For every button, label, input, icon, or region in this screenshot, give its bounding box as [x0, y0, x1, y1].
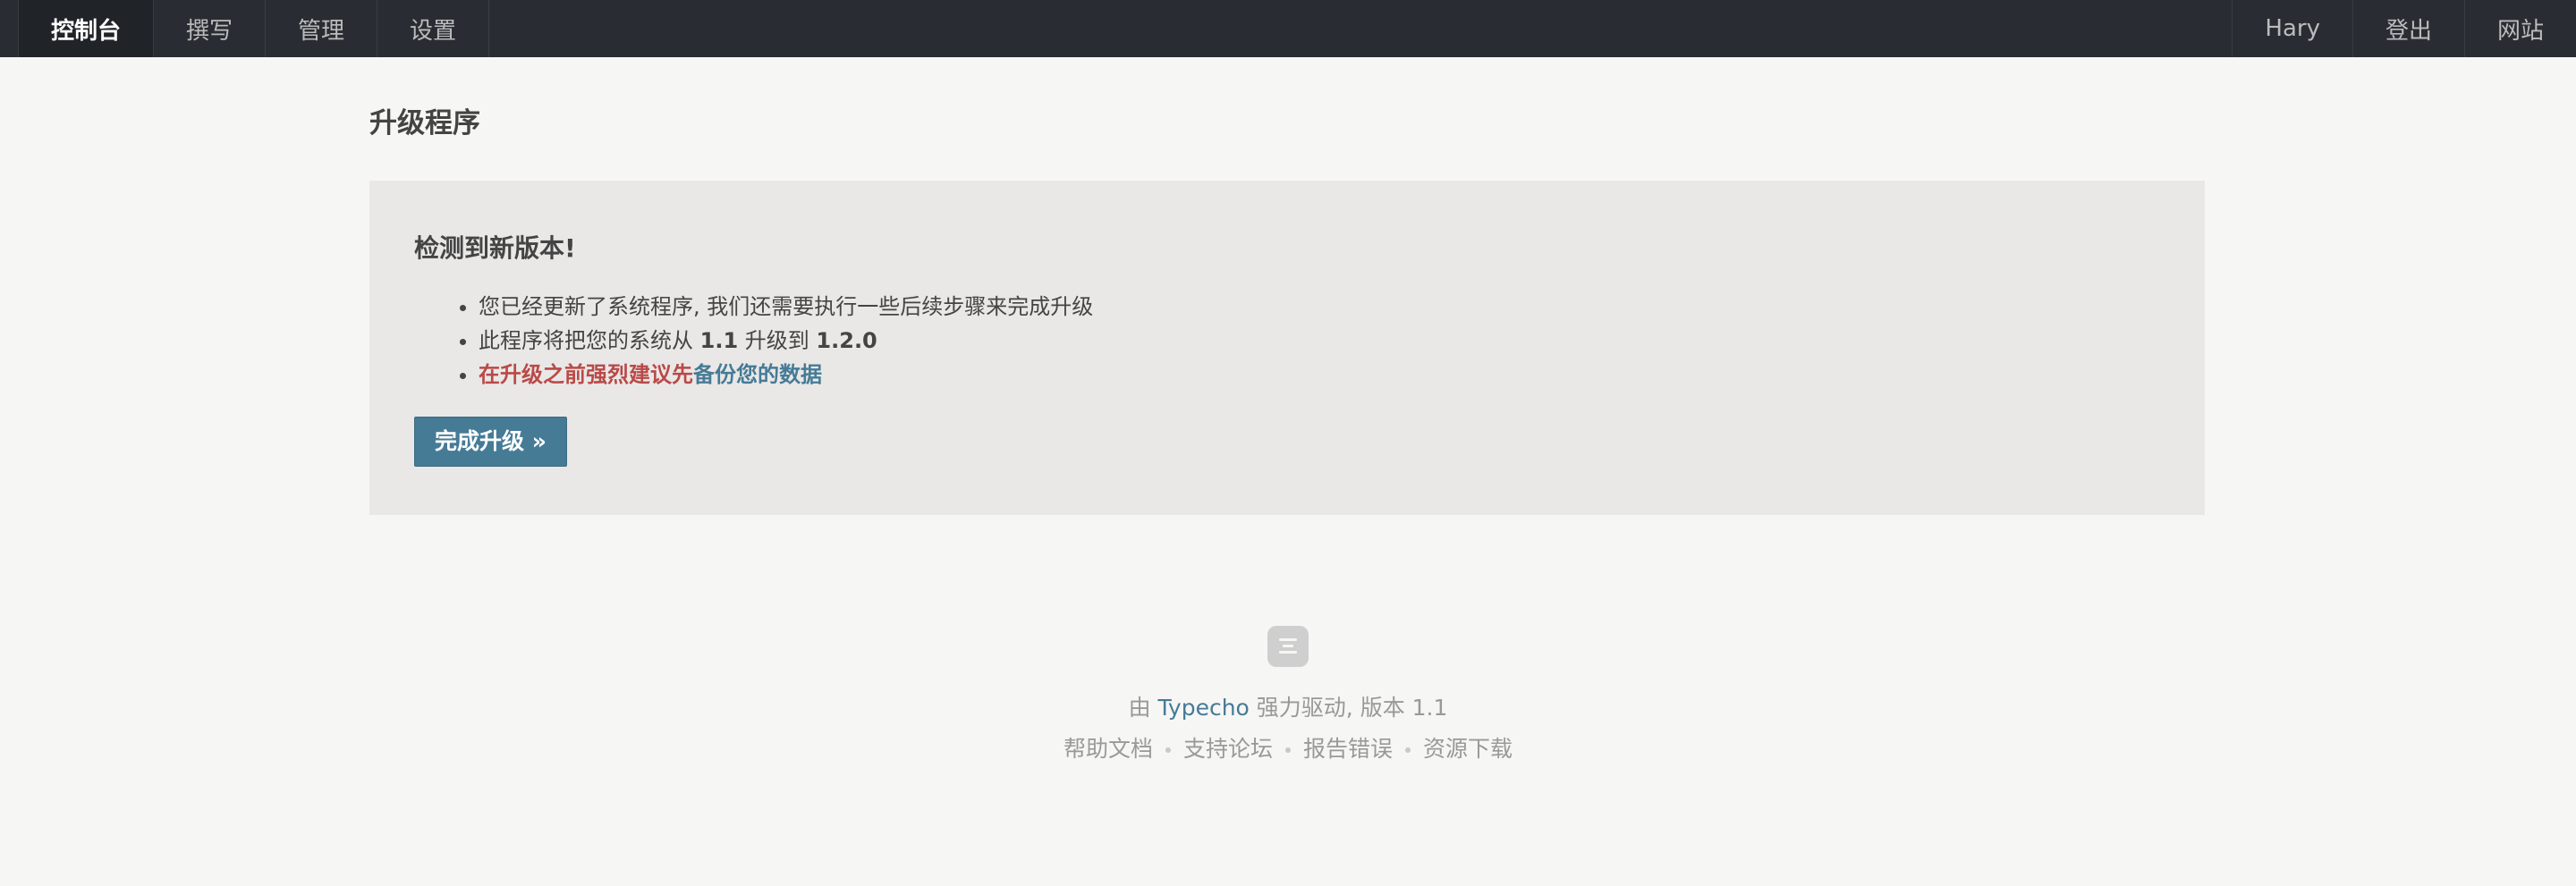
nav-settings[interactable]: 设置	[377, 0, 490, 57]
nav-site[interactable]: 网站	[2463, 0, 2576, 57]
nav-dashboard[interactable]: 控制台	[18, 0, 155, 57]
nav-user[interactable]: Hary	[2232, 0, 2352, 57]
report-bug-link[interactable]: 报告错误	[1303, 736, 1393, 762]
downloads-link[interactable]: 资源下载	[1423, 736, 1513, 762]
typecho-link[interactable]: Typecho	[1158, 695, 1250, 721]
nav-manage[interactable]: 管理	[266, 0, 378, 57]
typecho-logo-icon	[1267, 626, 1309, 667]
support-forum-link[interactable]: 支持论坛	[1183, 736, 1273, 762]
help-docs-link[interactable]: 帮助文档	[1063, 736, 1153, 762]
notice-item-warning: 在升级之前强烈建议先备份您的数据	[479, 358, 2160, 392]
page-title: 升级程序	[369, 107, 480, 139]
upgrade-notice-panel: 检测到新版本! 您已经更新了系统程序, 我们还需要执行一些后续步骤来完成升级 此…	[369, 181, 2205, 515]
version-middle: 升级到	[738, 328, 817, 353]
backup-data-link[interactable]: 备份您的数据	[693, 362, 822, 387]
footer-links: 帮助文档 支持论坛 报告错误 资源下载	[0, 731, 2576, 767]
nav-logout[interactable]: 登出	[2351, 0, 2464, 57]
notice-heading: 检测到新版本!	[414, 233, 576, 263]
footer-powered-by: 由 Typecho 强力驱动, 版本 1.1	[0, 690, 2576, 726]
footer-suffix: 强力驱动, 版本 1.1	[1249, 695, 1448, 721]
backup-warning: 在升级之前强烈建议先	[479, 362, 693, 387]
version-prefix: 此程序将把您的系统从	[479, 328, 700, 353]
to-version: 1.2.0	[816, 328, 877, 353]
from-version: 1.1	[699, 328, 739, 353]
separator-dot	[1405, 747, 1411, 753]
nav-left-group: 控制台 撰写 管理 设置	[0, 0, 490, 57]
notice-item-version: 此程序将把您的系统从 1.1 升级到 1.2.0	[479, 324, 2160, 358]
complete-upgrade-button[interactable]: 完成升级 »	[414, 417, 567, 467]
nav-right-group: Hary 登出 网站	[2232, 0, 2576, 57]
footer-prefix: 由	[1128, 695, 1158, 721]
notice-item-updated-text: 您已经更新了系统程序, 我们还需要执行一些后续步骤来完成升级	[479, 294, 1094, 319]
notice-list: 您已经更新了系统程序, 我们还需要执行一些后续步骤来完成升级 此程序将把您的系统…	[414, 290, 2160, 392]
footer: 由 Typecho 强力驱动, 版本 1.1 帮助文档 支持论坛 报告错误 资源下载	[0, 626, 2576, 767]
separator-dot	[1165, 747, 1171, 753]
notice-item-updated: 您已经更新了系统程序, 我们还需要执行一些后续步骤来完成升级	[479, 290, 2160, 324]
top-navigation: 控制台 撰写 管理 设置 Hary 登出 网站	[0, 0, 2576, 57]
nav-write[interactable]: 撰写	[154, 0, 267, 57]
separator-dot	[1285, 747, 1291, 753]
